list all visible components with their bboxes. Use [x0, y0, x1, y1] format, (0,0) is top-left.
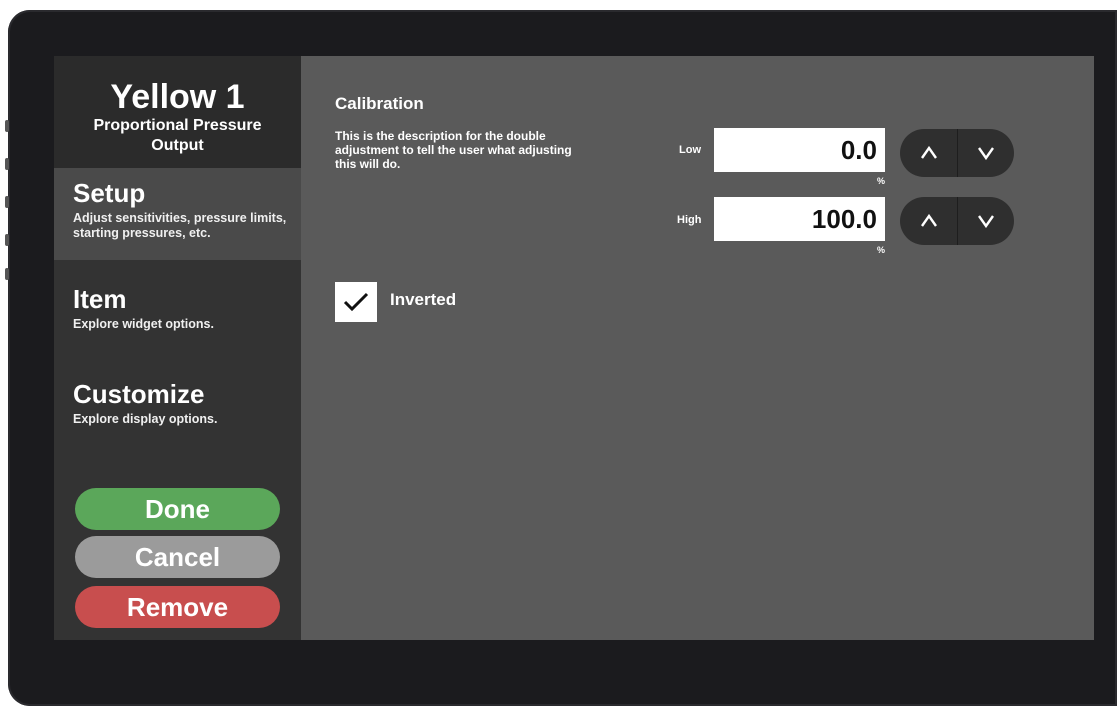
chevron-up-icon: [920, 214, 937, 227]
chevron-down-icon: [977, 147, 994, 160]
cancel-button[interactable]: Cancel: [75, 536, 280, 578]
widget-title: Yellow 1: [110, 78, 245, 116]
nav-item-setup[interactable]: Setup Adjust sensitivities, pressure lim…: [54, 168, 301, 260]
low-decrease-button[interactable]: [957, 129, 1014, 177]
remove-button[interactable]: Remove: [75, 586, 280, 628]
sidebar: Yellow 1 Proportional Pressure Output Se…: [54, 56, 301, 640]
checkmark-icon: [343, 292, 369, 312]
inverted-label: Inverted: [390, 290, 457, 309]
high-value-field[interactable]: 100.0: [714, 197, 885, 241]
chevron-up-icon: [920, 146, 937, 159]
high-decrease-button[interactable]: [957, 197, 1014, 245]
inverted-checkbox[interactable]: [335, 282, 377, 322]
widget-header: Yellow 1 Proportional Pressure Output: [54, 56, 301, 168]
nav-item-title: Item: [73, 284, 127, 314]
nav-item-desc: Adjust sensitivities, pressure limits, s…: [73, 211, 287, 240]
calibration-description: This is the description for the double a…: [335, 129, 572, 171]
high-label: High: [677, 214, 702, 226]
nav-item-item[interactable]: Item Explore widget options.: [54, 284, 301, 354]
main-panel: Calibration This is the description for …: [301, 56, 1094, 640]
low-label: Low: [679, 144, 701, 156]
low-stepper: [900, 129, 1014, 177]
nav-item-desc: Explore display options.: [73, 412, 218, 426]
chevron-down-icon: [977, 215, 994, 228]
high-increase-button[interactable]: [900, 197, 957, 245]
side-button: [5, 120, 9, 132]
nav-item-desc: Explore widget options.: [73, 317, 214, 331]
nav-item-customize[interactable]: Customize Explore display options.: [54, 379, 301, 449]
low-increase-button[interactable]: [900, 129, 957, 177]
side-button: [5, 196, 9, 208]
screen: Yellow 1 Proportional Pressure Output Se…: [54, 56, 1094, 640]
low-value-field[interactable]: 0.0: [714, 128, 885, 172]
side-button: [5, 234, 9, 246]
nav-item-title: Setup: [73, 178, 146, 208]
side-button: [5, 158, 9, 170]
low-unit: %: [877, 176, 886, 186]
side-button: [5, 268, 9, 280]
done-button[interactable]: Done: [75, 488, 280, 530]
high-unit: %: [877, 245, 886, 255]
calibration-title: Calibration: [335, 94, 424, 113]
nav-item-title: Customize: [73, 379, 205, 409]
widget-subtitle: Proportional Pressure Output: [93, 117, 262, 154]
high-stepper: [900, 197, 1014, 245]
